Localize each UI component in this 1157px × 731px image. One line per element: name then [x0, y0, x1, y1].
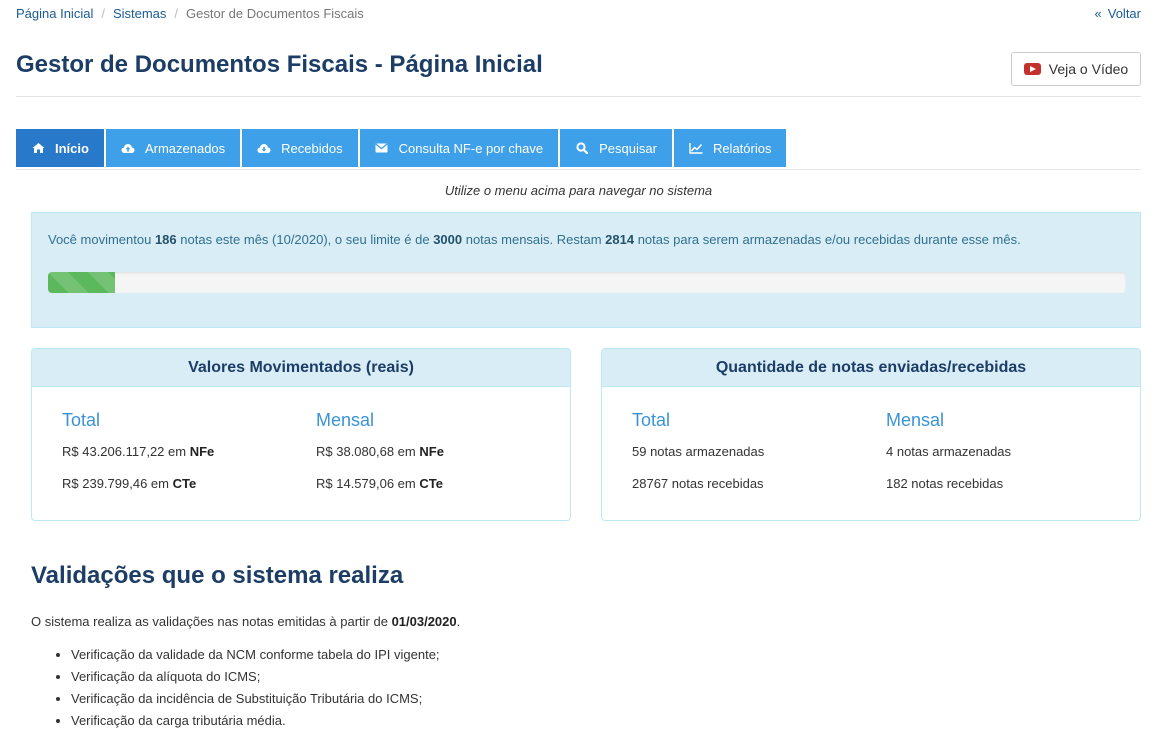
quantity-panel-title: Quantidade de notas enviadas/recebidas	[602, 349, 1140, 387]
back-link[interactable]: « Voltar	[1095, 6, 1141, 21]
usage-progress-bar	[48, 272, 1126, 293]
doc-type: NFe	[189, 444, 215, 459]
tab-label: Início	[55, 140, 89, 156]
values-monthly-column: Mensal R$ 38.080,68 em NFe R$ 14.579,06 …	[316, 410, 444, 508]
quantity-total-header: Total	[632, 410, 671, 430]
tab-armazenados[interactable]: Armazenados	[105, 129, 241, 167]
values-monthly-nfe: R$ 38.080,68 em NFe	[316, 444, 444, 476]
tabs-divider	[16, 169, 1141, 170]
breadcrumb-separator: /	[174, 6, 179, 21]
values-panel-title: Valores Movimentados (reais)	[32, 349, 570, 387]
quantity-monthly-received: 182 notas recebidas	[886, 476, 1004, 491]
breadcrumb-home-link[interactable]: Página Inicial	[16, 6, 93, 21]
values-total-header: Total	[62, 410, 101, 430]
tab-label: Consulta NF-e por chave	[398, 140, 544, 156]
amount: R$ 43.206.117,22 em	[62, 444, 190, 459]
values-total-column: Total R$ 43.206.117,22 em NFe R$ 239.799…	[62, 410, 214, 508]
intro-text: O sistema realiza as validações nas nota…	[31, 614, 392, 629]
main-nav-tabs: Início Armazenados Recebidos Consulta NF…	[16, 129, 787, 167]
navigation-hint: Utilize o menu acima para navegar no sis…	[444, 183, 713, 198]
tab-label: Recebidos	[281, 140, 343, 156]
values-monthly-cte: R$ 14.579,06 em CTe	[316, 476, 444, 508]
double-chevron-left-icon: «	[1094, 6, 1102, 21]
list-item: Verificação da alíquota do ICMS;	[71, 666, 440, 688]
tab-consulta-nfe[interactable]: Consulta NF-e por chave	[359, 129, 559, 167]
values-monthly-header: Mensal	[316, 410, 375, 430]
tab-label: Pesquisar	[599, 140, 657, 156]
watch-video-label: Veja o Vídeo	[1048, 61, 1129, 77]
list-item: Verificação da carga tributária média.	[71, 710, 440, 731]
home-icon	[31, 141, 45, 155]
tab-pesquisar[interactable]: Pesquisar	[560, 129, 672, 167]
validation-start-date: 01/03/2020	[391, 614, 457, 629]
usage-progress-fill	[48, 272, 115, 293]
doc-type: CTe	[419, 476, 443, 491]
list-item: Verificação da validade da NCM conforme …	[71, 644, 440, 666]
breadcrumb-separator: /	[101, 6, 105, 21]
values-total-nfe: R$ 43.206.117,22 em NFe	[62, 444, 214, 476]
usage-text-part: Você movimentou	[48, 232, 155, 247]
breadcrumb: Página Inicial / Sistemas / Gestor de Do…	[16, 6, 364, 21]
validations-title: Validações que o sistema realiza	[31, 562, 404, 589]
search-icon	[575, 141, 589, 155]
remaining-count: 2814	[605, 232, 635, 247]
youtube-play-icon	[1023, 63, 1041, 75]
line-chart-icon	[689, 141, 703, 155]
validations-list: Verificação da validade da NCM conforme …	[71, 644, 440, 731]
amount: R$ 239.799,46 em	[62, 476, 173, 491]
list-item: Verificação da incidência de Substituiçã…	[71, 688, 440, 710]
moved-count: 186	[154, 232, 177, 247]
cloud-download-icon	[257, 141, 271, 155]
usage-text-part: notas mensais. Restam	[462, 232, 606, 247]
tab-recebidos[interactable]: Recebidos	[242, 129, 358, 167]
values-total-cte: R$ 239.799,46 em CTe	[62, 476, 214, 508]
quantity-total-received: 28767 notas recebidas	[632, 476, 764, 491]
back-label: Voltar	[1107, 6, 1141, 21]
amount: R$ 14.579,06 em	[316, 476, 420, 491]
quantity-total-stored: 59 notas armazenadas	[632, 444, 765, 459]
values-panel: Valores Movimentados (reais) Total R$ 43…	[31, 348, 571, 521]
page-title: Gestor de Documentos Fiscais - Página In…	[16, 51, 543, 78]
breadcrumb-systems-link[interactable]: Sistemas	[113, 6, 166, 21]
envelope-icon	[375, 141, 389, 155]
amount: R$ 38.080,68 em	[316, 444, 420, 459]
doc-type: CTe	[172, 476, 197, 491]
header-divider	[16, 96, 1141, 97]
cloud-upload-icon	[121, 141, 135, 155]
tab-label: Relatórios	[712, 140, 772, 156]
quantity-panel: Quantidade de notas enviadas/recebidas T…	[601, 348, 1141, 521]
tab-label: Armazenados	[144, 140, 226, 156]
watch-video-button[interactable]: Veja o Vídeo	[1011, 52, 1141, 86]
quantity-total-column: Total 59 notas armazenadas 28767 notas r…	[632, 410, 764, 508]
usage-text: Você movimentou 186 notas este mês (10/2…	[48, 232, 1021, 247]
usage-text-part: notas para serem armazenadas e/ou recebi…	[634, 232, 1021, 247]
usage-text-part: notas este mês (10/2020), o seu limite é…	[176, 232, 434, 247]
tab-inicio[interactable]: Início	[16, 129, 104, 167]
usage-alert: Você movimentou 186 notas este mês (10/2…	[31, 212, 1141, 328]
tab-relatorios[interactable]: Relatórios	[673, 129, 787, 167]
doc-type: NFe	[419, 444, 444, 459]
monthly-limit: 3000	[433, 232, 463, 247]
quantity-monthly-stored: 4 notas armazenadas	[886, 444, 1012, 459]
intro-end: .	[456, 614, 461, 629]
validations-intro: O sistema realiza as validações nas nota…	[31, 614, 460, 629]
quantity-monthly-header: Mensal	[886, 410, 945, 430]
breadcrumb-current: Gestor de Documentos Fiscais	[186, 6, 364, 21]
quantity-monthly-column: Mensal 4 notas armazenadas 182 notas rec…	[886, 410, 1011, 508]
